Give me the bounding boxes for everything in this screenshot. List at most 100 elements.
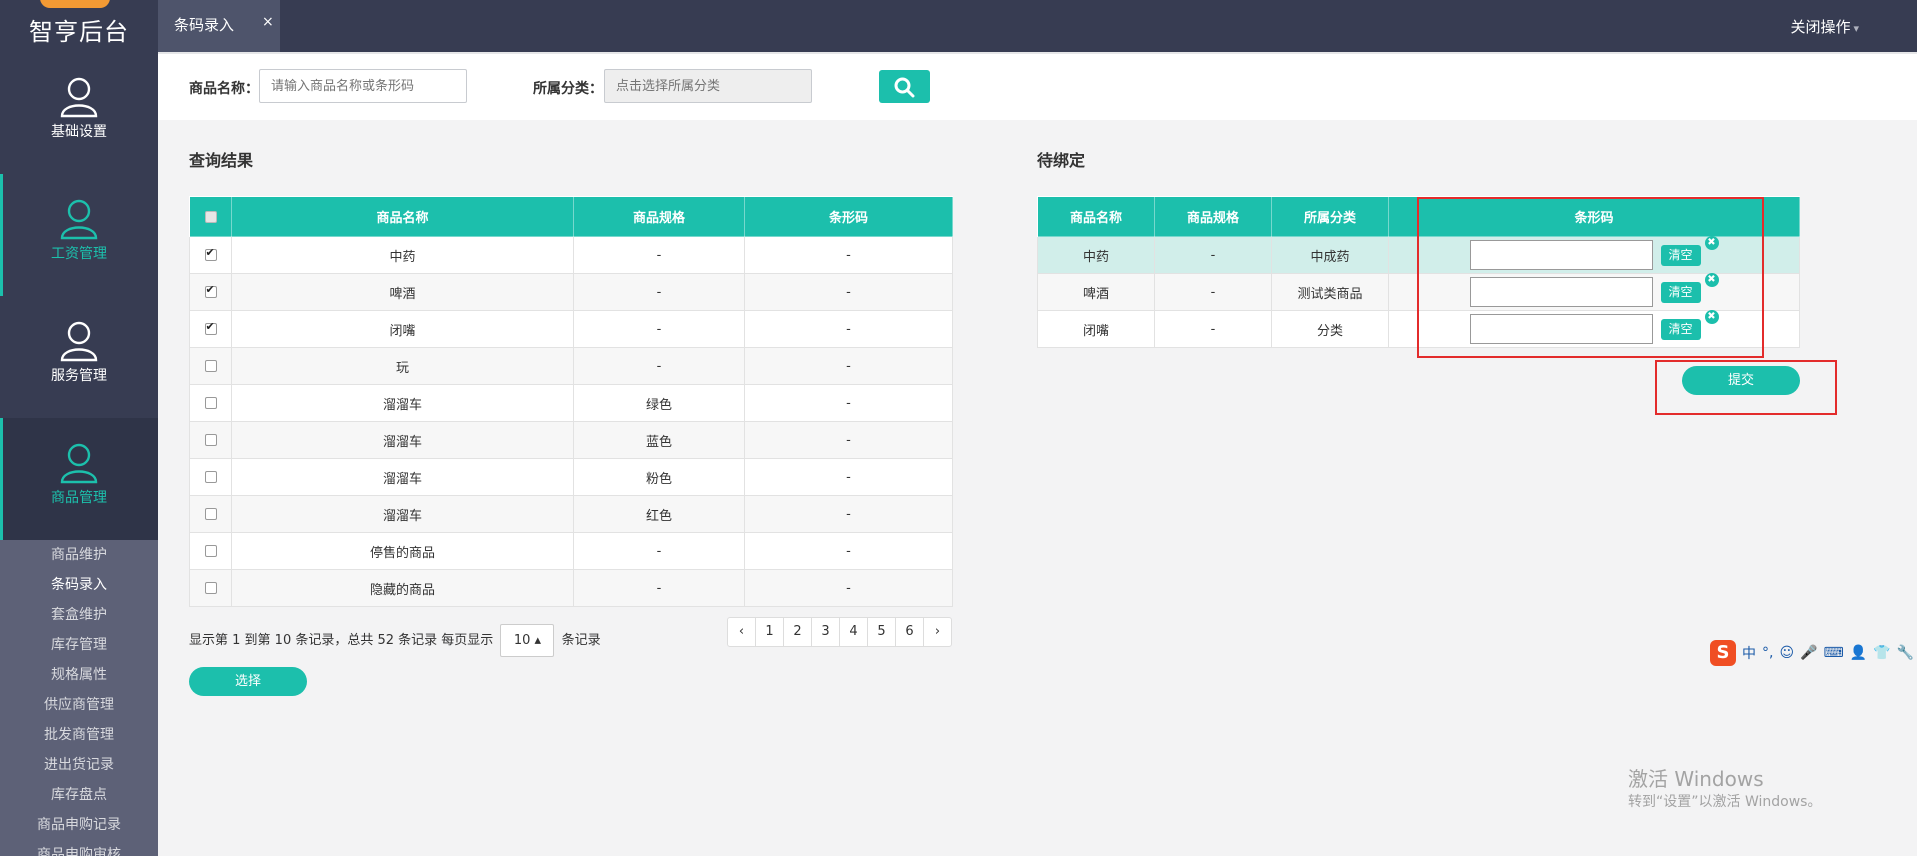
barcode-cell: - xyxy=(744,384,953,422)
user-icon xyxy=(60,199,98,240)
table-row[interactable]: 溜溜车 红色 - xyxy=(189,495,953,533)
submenu-item[interactable]: 商品申购审核 xyxy=(0,840,158,856)
barcode-cell: - xyxy=(744,495,953,533)
row-checkbox[interactable] xyxy=(204,508,217,520)
submenu-item[interactable]: 商品维护 xyxy=(0,540,158,570)
submenu-item[interactable]: 批发商管理 xyxy=(0,720,158,750)
submenu-item[interactable]: 规格属性 xyxy=(0,660,158,690)
page-button[interactable]: 2 xyxy=(783,617,812,647)
table-row[interactable]: 溜溜车 蓝色 - xyxy=(189,421,953,459)
goods-name-cell: 闭嘴 xyxy=(1037,310,1155,348)
column-header: 所属分类 xyxy=(1271,196,1389,237)
goods-spec-cell: - xyxy=(573,236,745,274)
topbar: 条码录入 × 关闭操作 ▾ xyxy=(158,0,1917,52)
table-row[interactable]: 玩-- xyxy=(189,347,953,385)
nav-item-basic-settings[interactable]: 基础设置 xyxy=(0,52,158,174)
nav-label: 基础设置 xyxy=(51,124,107,140)
category-select-input[interactable] xyxy=(604,69,812,103)
row-checkbox-cell xyxy=(189,569,232,607)
barcode-cell: - xyxy=(744,532,953,570)
barcode-cell: - xyxy=(744,347,953,385)
microphone-icon[interactable]: 🎤 xyxy=(1800,645,1817,661)
row-checkbox[interactable] xyxy=(204,434,217,446)
goods-name-cell: 中药 xyxy=(231,236,574,274)
goods-name-cell: 溜溜车 xyxy=(231,421,574,459)
highlight-box-submit xyxy=(1655,360,1837,415)
prev-page-button[interactable]: ‹ xyxy=(727,617,756,647)
submenu-item[interactable]: 供应商管理 xyxy=(0,690,158,720)
row-checkbox-cell xyxy=(189,458,232,496)
submenu-item[interactable]: 库存盘点 xyxy=(0,780,158,810)
row-checkbox[interactable] xyxy=(204,283,217,298)
page-button[interactable]: 3 xyxy=(811,617,840,647)
goods-name-label: 商品名称： xyxy=(189,81,259,97)
wrench-icon[interactable]: 🔧 xyxy=(1897,645,1914,661)
submenu-item[interactable]: 进出货记录 xyxy=(0,750,158,780)
close-operations-dropdown[interactable]: 关闭操作 ▾ xyxy=(1790,16,1859,37)
nav-item-goods[interactable]: 商品管理 xyxy=(0,418,158,540)
column-header: 条形码 xyxy=(744,196,953,237)
close-icon[interactable]: × xyxy=(262,14,274,30)
page-size-select[interactable]: 10 ▴ xyxy=(500,624,555,657)
goods-spec-cell: 粉色 xyxy=(573,458,745,496)
table-row[interactable]: 溜溜车 粉色 - xyxy=(189,458,953,496)
pending-title: 待绑定 xyxy=(1037,151,1086,170)
row-checkbox[interactable] xyxy=(204,545,217,557)
emoji-icon[interactable]: ☺ xyxy=(1779,645,1794,661)
pagination: ‹ 1 2 3 4 5 6 › xyxy=(727,617,952,647)
pagination-text: 条记录 xyxy=(561,633,601,648)
page-button[interactable]: 5 xyxy=(867,617,896,647)
barcode-cell: - xyxy=(744,310,953,348)
shirt-icon[interactable]: 👕 xyxy=(1873,645,1890,661)
ime-mode-toggle[interactable]: 中 xyxy=(1742,643,1756,663)
row-checkbox[interactable] xyxy=(204,320,217,335)
activation-watermark-title: 激活 Windows xyxy=(1628,767,1764,791)
submenu-item[interactable]: 库存管理 xyxy=(0,630,158,660)
barcode-cell: - xyxy=(744,273,953,311)
sogou-logo-icon[interactable]: S xyxy=(1710,640,1736,666)
goods-spec-cell: - xyxy=(1154,310,1272,348)
nav-item-service[interactable]: 服务管理 xyxy=(0,296,158,418)
row-checkbox-cell xyxy=(189,347,232,385)
row-checkbox-cell xyxy=(189,310,232,348)
row-checkbox[interactable] xyxy=(204,360,217,372)
goods-spec-cell: - xyxy=(573,532,745,570)
tab-barcode-entry[interactable]: 条码录入 × xyxy=(158,0,280,52)
results-table: 商品名称 商品规格 条形码 中药--啤酒--闭嘴--玩--溜溜车绿色-溜溜车蓝色… xyxy=(189,196,953,607)
table-row[interactable]: 停售的商品 - - xyxy=(189,532,953,570)
goods-name-cell: 中药 xyxy=(1037,236,1155,274)
logo-text: 智亨后台 xyxy=(29,18,129,46)
table-row[interactable]: 啤酒-- xyxy=(189,273,953,311)
table-row[interactable]: 隐藏的商品 - - xyxy=(189,569,953,607)
submenu-item[interactable]: 商品申购记录 xyxy=(0,810,158,840)
row-checkbox[interactable] xyxy=(204,246,217,261)
keyboard-icon[interactable]: ⌨ xyxy=(1824,645,1844,661)
row-checkbox[interactable] xyxy=(204,397,217,409)
table-row[interactable]: 闭嘴-- xyxy=(189,310,953,348)
pagination-text: 显示第 1 到第 10 条记录，总共 52 条记录 每页显示 xyxy=(189,633,494,648)
close-operations-label: 关闭操作 xyxy=(1790,18,1851,36)
row-checkbox[interactable] xyxy=(204,471,217,483)
page-button[interactable]: 1 xyxy=(755,617,784,647)
table-row[interactable]: 中药-- xyxy=(189,236,953,274)
goods-name-cell: 溜溜车 xyxy=(231,384,574,422)
select-button[interactable]: 选择 xyxy=(189,667,307,696)
search-button[interactable] xyxy=(879,70,930,103)
search-bar: 商品名称： 所属分类： xyxy=(158,54,1917,120)
table-row[interactable]: 溜溜车 绿色 - xyxy=(189,384,953,422)
submenu-item-current[interactable]: 条码录入 xyxy=(0,570,158,600)
column-header: 商品规格 xyxy=(573,196,745,237)
punctuation-icon[interactable]: °, xyxy=(1762,645,1773,661)
next-page-button[interactable]: › xyxy=(923,617,952,647)
nav-item-salary[interactable]: 工资管理 xyxy=(0,174,158,296)
goods-name-input[interactable] xyxy=(259,69,467,103)
row-checkbox-cell xyxy=(189,421,232,459)
row-checkbox[interactable] xyxy=(204,582,217,594)
row-checkbox-cell xyxy=(189,273,232,311)
page-button[interactable]: 6 xyxy=(895,617,924,647)
page-button[interactable]: 4 xyxy=(839,617,868,647)
submenu-item[interactable]: 套盒维护 xyxy=(0,600,158,630)
select-all-checkbox[interactable] xyxy=(204,210,217,223)
person-icon[interactable]: 👤 xyxy=(1850,645,1867,661)
goods-name-cell: 溜溜车 xyxy=(231,458,574,496)
